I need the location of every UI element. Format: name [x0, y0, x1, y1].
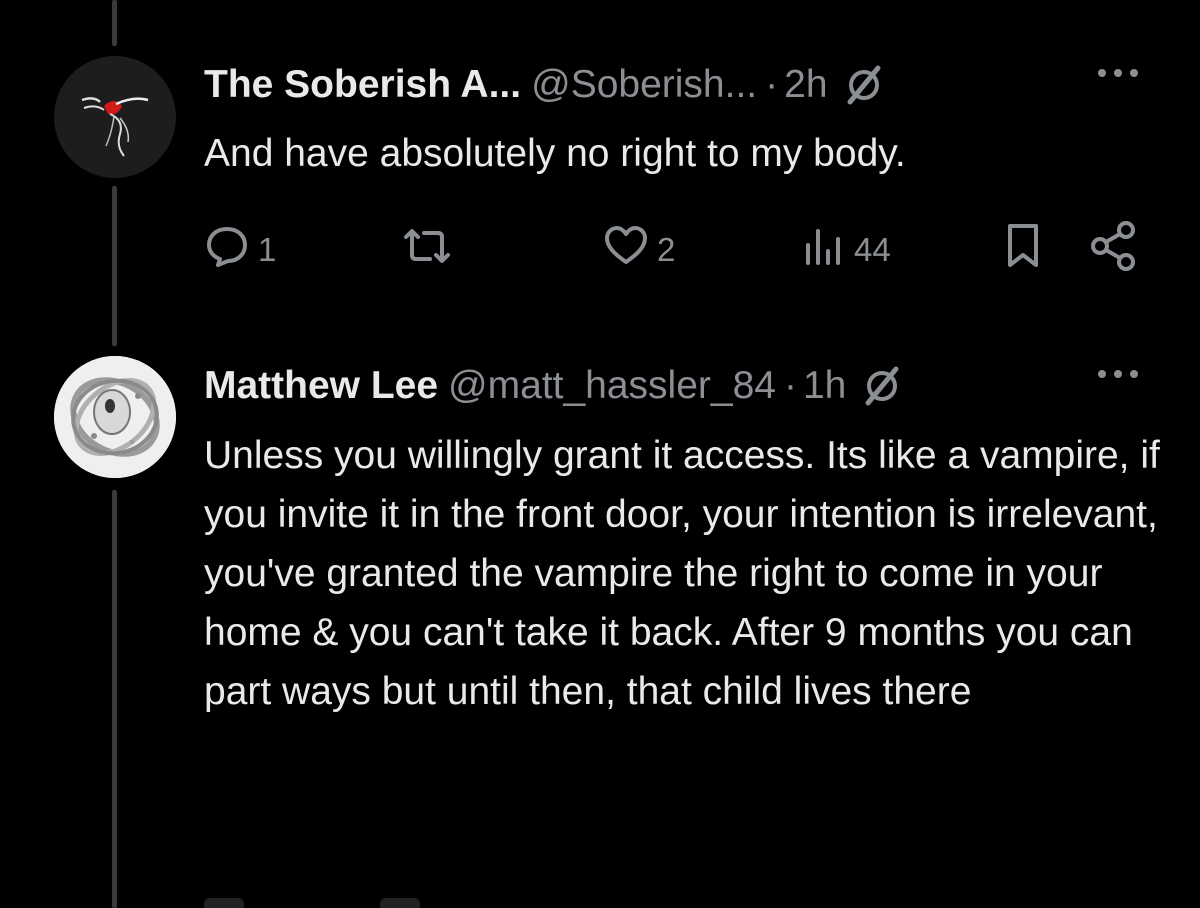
- heart-icon: [603, 223, 649, 277]
- bookmark-button[interactable]: [1000, 220, 1046, 280]
- avatar[interactable]: [54, 56, 176, 178]
- tweet-header: Matthew Lee @matt_hassler_84 · 1h: [204, 358, 1140, 414]
- share-icon: [1086, 218, 1142, 282]
- bar-chart-icon: [800, 223, 846, 277]
- views-button[interactable]: 44: [800, 220, 891, 280]
- bookmark-icon: [1000, 221, 1046, 279]
- reply-count: 1: [258, 231, 277, 268]
- author-name[interactable]: The Soberish A...: [204, 63, 521, 107]
- comment-bubble-icon: [204, 223, 250, 277]
- share-button[interactable]: [1086, 220, 1142, 280]
- more-dots-icon[interactable]: [1096, 368, 1140, 380]
- avatar-logo: [81, 97, 149, 157]
- avatar-image: [54, 356, 176, 478]
- tweet-actions: 1 2 44: [0, 220, 1200, 280]
- author-handle[interactable]: @Soberish...: [531, 63, 757, 107]
- next-tweet-peek: [380, 898, 420, 908]
- tweet-text: And have absolutely no right to my body.: [204, 132, 906, 175]
- more-dots-icon[interactable]: [1096, 67, 1140, 79]
- tweet[interactable]: The Soberish A... @Soberish... · 2h And …: [0, 0, 1200, 340]
- views-count: 44: [854, 231, 891, 268]
- timestamp[interactable]: 2h: [784, 63, 827, 107]
- slashed-circle-icon: [860, 364, 904, 408]
- avatar[interactable]: [54, 356, 176, 478]
- separator-dot: ·: [783, 364, 797, 407]
- author-name[interactable]: Matthew Lee: [204, 364, 438, 408]
- like-button[interactable]: 2: [603, 220, 675, 280]
- author-handle[interactable]: @matt_hassler_84: [448, 364, 776, 408]
- next-tweet-peek: [204, 898, 244, 908]
- separator-dot: ·: [765, 63, 779, 106]
- like-count: 2: [657, 231, 676, 268]
- reply-button[interactable]: 1: [204, 220, 276, 280]
- tweet-header: The Soberish A... @Soberish... · 2h: [204, 57, 1140, 113]
- tweet[interactable]: Matthew Lee @matt_hassler_84 · 1h Unless…: [0, 340, 1200, 908]
- retweet-button[interactable]: [398, 220, 456, 280]
- retweet-icon: [398, 223, 456, 277]
- timestamp[interactable]: 1h: [803, 364, 846, 408]
- slashed-circle-icon: [842, 63, 886, 107]
- tweet-text: Unless you willingly grant it access. It…: [204, 434, 1160, 713]
